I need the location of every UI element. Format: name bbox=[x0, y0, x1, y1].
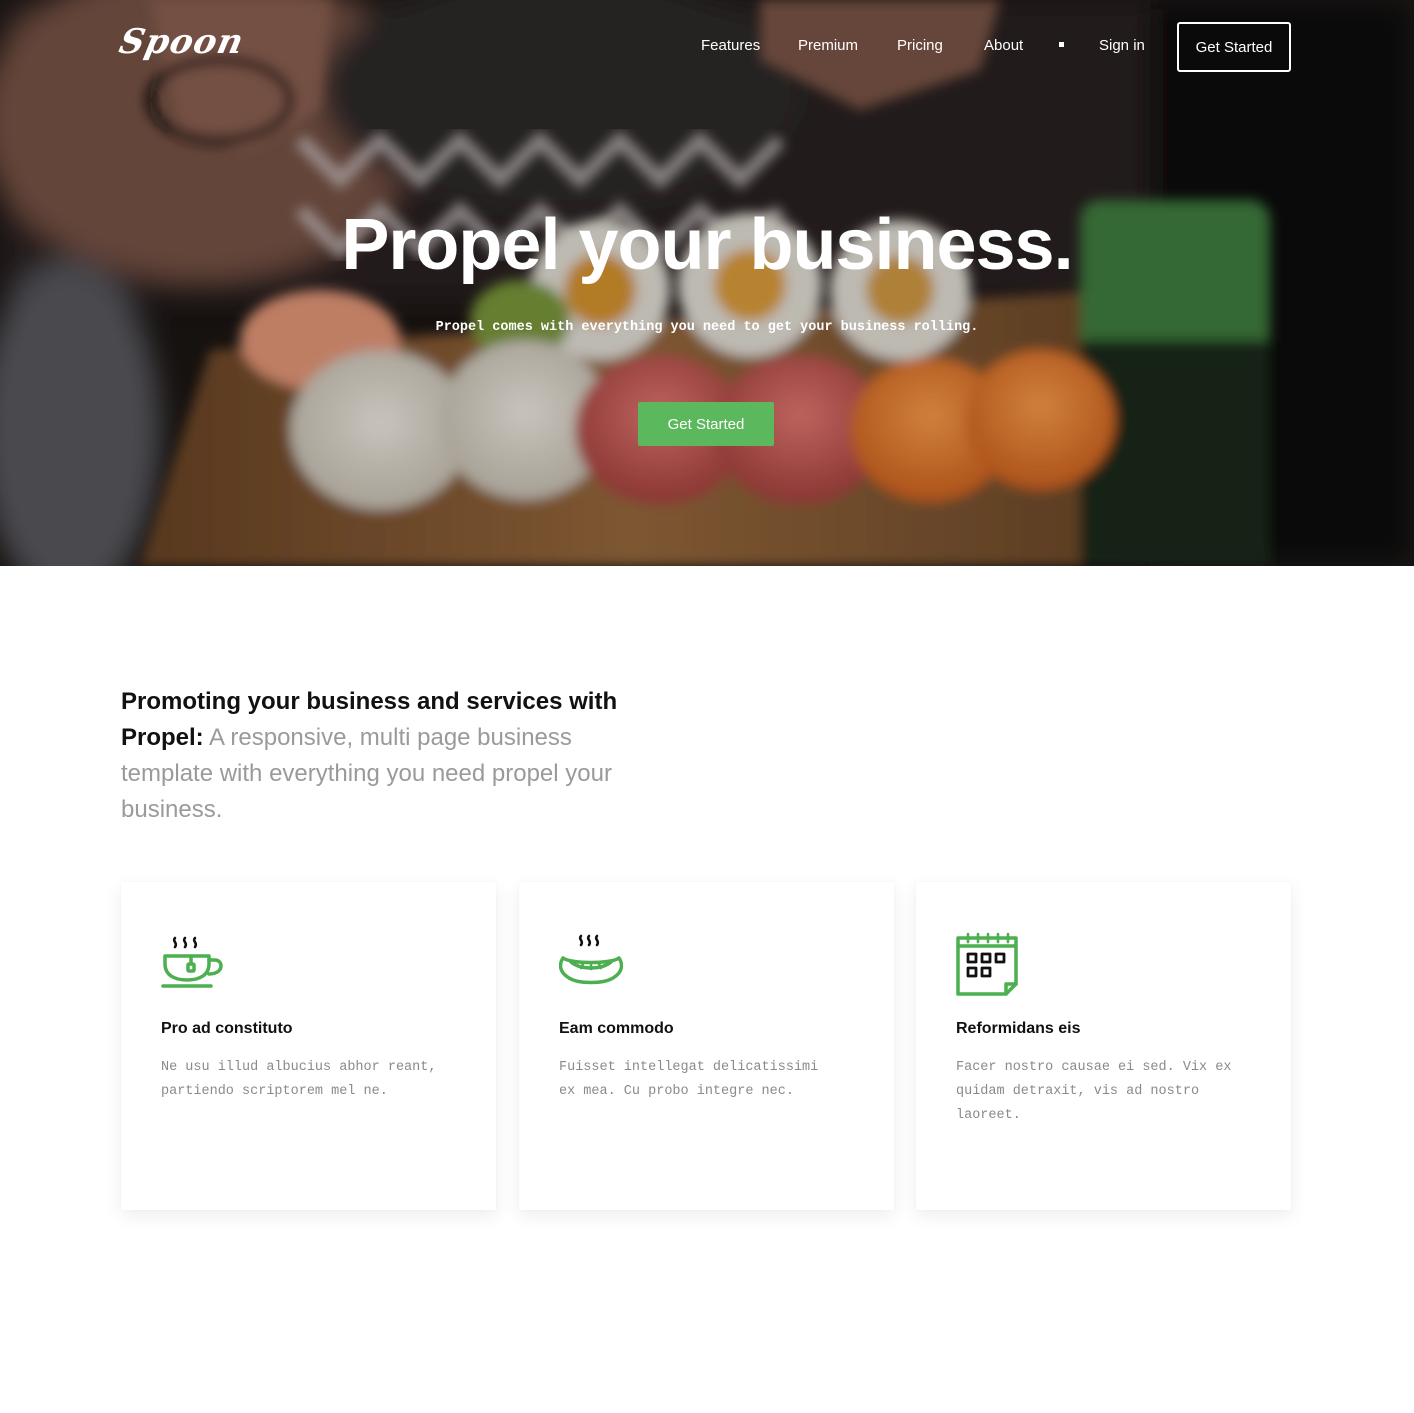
card-title: Pro ad constituto bbox=[161, 1020, 293, 1037]
card-title: Eam commodo bbox=[559, 1020, 674, 1037]
nav-link-pricing[interactable]: Pricing bbox=[897, 37, 943, 54]
hero-subtitle: Propel comes with everything you need to… bbox=[435, 320, 979, 335]
hero-get-started-button[interactable]: Get Started bbox=[638, 402, 774, 446]
card-text: Fuisset intellegat delicatissimi ex mea.… bbox=[559, 1060, 819, 1099]
intro-text: Promoting your business and services wit… bbox=[121, 684, 661, 828]
tea-cup-icon bbox=[161, 936, 223, 988]
card-text: Ne usu illud albucius abhor reant, parti… bbox=[161, 1060, 437, 1099]
nav-separator-dot bbox=[1059, 42, 1064, 47]
nav-link-about[interactable]: About bbox=[984, 37, 1023, 54]
nav-link-signin[interactable]: Sign in bbox=[1099, 37, 1145, 54]
hero-section: Spoon Features Premium Pricing About Sig… bbox=[0, 0, 1414, 566]
hot-food-icon bbox=[559, 934, 623, 985]
card-text: Facer nostro causae ei sed. Vix ex quida… bbox=[956, 1060, 1232, 1123]
nav-get-started-button[interactable]: Get Started bbox=[1177, 22, 1291, 72]
hero-title: Propel your business. bbox=[341, 205, 1073, 285]
card-title: Reformidans eis bbox=[956, 1020, 1081, 1037]
feature-card-3: Reformidans eis Facer nostro causae ei s… bbox=[916, 882, 1291, 1210]
top-navigation: Features Premium Pricing About Sign in G… bbox=[0, 22, 1414, 72]
nav-link-features[interactable]: Features bbox=[701, 37, 760, 54]
nav-link-premium[interactable]: Premium bbox=[798, 37, 858, 54]
calendar-icon bbox=[956, 932, 1018, 996]
feature-card-2: Eam commodo Fuisset intellegat delicatis… bbox=[519, 882, 894, 1210]
feature-card-1: Pro ad constituto Ne usu illud albucius … bbox=[121, 882, 496, 1210]
